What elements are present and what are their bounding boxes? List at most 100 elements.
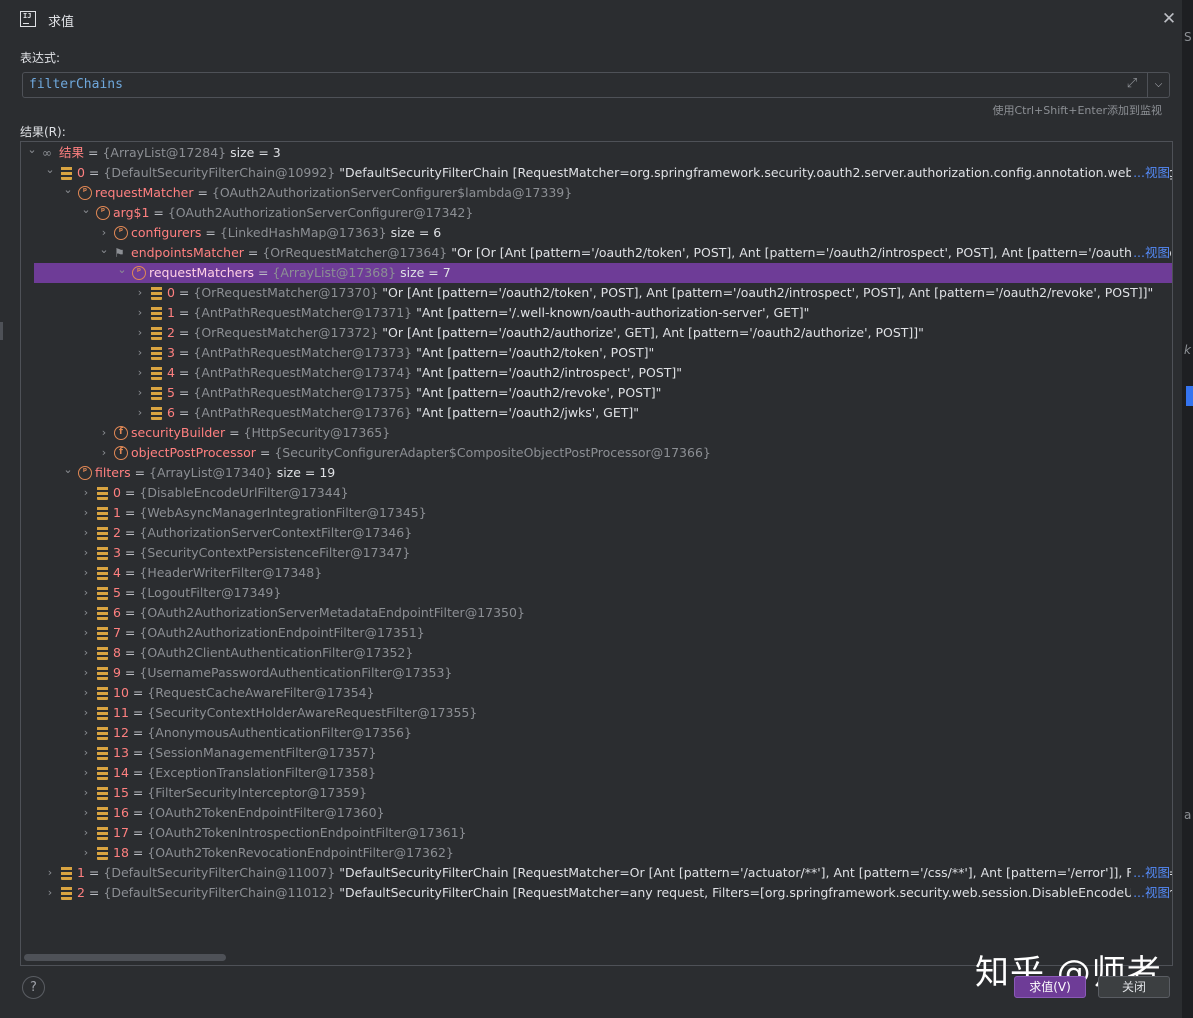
tree-node[interactable]: › 12 = {AnonymousAuthenticationFilter@173…	[21, 723, 1172, 743]
chevron-right-icon[interactable]: ›	[134, 403, 146, 423]
tree-node[interactable]: › 4 = {HeaderWriterFilter@17348}	[21, 563, 1172, 583]
tree-node[interactable]: ⌄ ᵖ requestMatcher = {OAuth2AuthorizationS…	[21, 183, 1172, 203]
chevron-right-icon[interactable]: ›	[80, 763, 92, 783]
equals-sign: =	[128, 685, 148, 700]
tree-node[interactable]: ⌄ 0 = {DefaultSecurityFilterChain@10992} …	[21, 163, 1172, 183]
tree-node-text: 结果 = {ArrayList@17284} size = 3	[59, 143, 281, 163]
close-icon[interactable]: ✕	[1160, 10, 1178, 28]
edge-accent	[1186, 386, 1193, 406]
tree-node[interactable]: › 5 = {AntPathRequestMatcher@17375} "Ant …	[21, 383, 1172, 403]
help-button[interactable]: ?	[22, 976, 45, 999]
view-link[interactable]: ...视图	[1131, 863, 1170, 883]
chevron-right-icon[interactable]: ›	[80, 603, 92, 623]
expand-icon[interactable]: ⤢	[1124, 76, 1140, 92]
chevron-right-icon[interactable]: ›	[80, 803, 92, 823]
tree-node[interactable]: › 5 = {LogoutFilter@17349}	[21, 583, 1172, 603]
tree-node[interactable]: › 6 = {AntPathRequestMatcher@17376} "Ant …	[21, 403, 1172, 423]
field-icon	[97, 486, 108, 500]
tree-node-text: 3 = {SecurityContextPersistenceFilter@17…	[113, 543, 410, 563]
tree-node[interactable]: ⌄ ∞ 结果 = {ArrayList@17284} size = 3	[21, 143, 1172, 163]
tree-node[interactable]: › 15 = {FilterSecurityInterceptor@17359}	[21, 783, 1172, 803]
chevron-right-icon[interactable]: ›	[80, 523, 92, 543]
chevron-right-icon[interactable]: ›	[134, 383, 146, 403]
chevron-right-icon[interactable]: ›	[80, 843, 92, 863]
tree-node[interactable]: › 3 = {SecurityContextPersistenceFilter@1…	[21, 543, 1172, 563]
tree-node[interactable]: › 2 = {OrRequestMatcher@17372} "Or [Ant […	[21, 323, 1172, 343]
tree-node[interactable]: › 3 = {AntPathRequestMatcher@17373} "Ant …	[21, 343, 1172, 363]
evaluate-button[interactable]: 求值(V)	[1014, 976, 1086, 998]
expression-input[interactable]: filterChains	[29, 77, 123, 92]
tree-node[interactable]: › ᵖ configurers = {LinkedHashMap@17363} si…	[21, 223, 1172, 243]
tree-node[interactable]: › 4 = {AntPathRequestMatcher@17374} "Ant …	[21, 363, 1172, 383]
chevron-right-icon[interactable]: ›	[80, 663, 92, 683]
chevron-right-icon[interactable]: ›	[80, 483, 92, 503]
chevron-right-icon[interactable]: ›	[80, 823, 92, 843]
chevron-right-icon[interactable]: ›	[44, 883, 56, 903]
tree-node[interactable]: ⌄ ⚑ endpointsMatcher = {OrRequestMatcher@1…	[21, 243, 1172, 263]
tree-node[interactable]: › 0 = {DisableEncodeUrlFilter@17344}	[21, 483, 1172, 503]
tree-node[interactable]: › 2 = {AuthorizationServerContextFilter@1…	[21, 523, 1172, 543]
chevron-down-icon[interactable]: ⌄	[62, 183, 74, 203]
result-tree[interactable]: ⌄ ∞ 结果 = {ArrayList@17284} size = 3 ⌄ 0 = {D…	[20, 141, 1173, 966]
chevron-down-icon[interactable]: ⌄	[26, 143, 38, 163]
tree-node[interactable]: › 7 = {OAuth2AuthorizationEndpointFilter@…	[21, 623, 1172, 643]
tree-node[interactable]: › 17 = {OAuth2TokenIntrospectionEndpointF…	[21, 823, 1172, 843]
chevron-right-icon[interactable]: ›	[44, 863, 56, 883]
view-link[interactable]: ...视图	[1131, 163, 1170, 183]
tree-node[interactable]: › 6 = {OAuth2AuthorizationServerMetadataE…	[21, 603, 1172, 623]
tree-node[interactable]: › 14 = {ExceptionTranslationFilter@17358}	[21, 763, 1172, 783]
chevron-right-icon[interactable]: ›	[80, 703, 92, 723]
tree-node[interactable]: › 1 = {DefaultSecurityFilterChain@11007} …	[21, 863, 1172, 883]
view-link[interactable]: ...视图	[1131, 883, 1170, 903]
tree-node[interactable]: › 0 = {OrRequestMatcher@17370} "Or [Ant […	[21, 283, 1172, 303]
chevron-right-icon[interactable]: ›	[80, 783, 92, 803]
chevron-right-icon[interactable]: ›	[98, 443, 110, 463]
tree-node-text: 0 = {OrRequestMatcher@17370} "Or [Ant [p…	[167, 283, 1153, 303]
chevron-right-icon[interactable]: ›	[80, 503, 92, 523]
chevron-right-icon[interactable]: ›	[98, 423, 110, 443]
tree-node[interactable]: › 10 = {RequestCacheAwareFilter@17354}	[21, 683, 1172, 703]
tree-node-text: 10 = {RequestCacheAwareFilter@17354}	[113, 683, 375, 703]
tree-node[interactable]: ⌄ ᵖ requestMatchers = {ArrayList@17368} si…	[34, 263, 1172, 283]
tree-node[interactable]: › 1 = {AntPathRequestMatcher@17371} "Ant …	[21, 303, 1172, 323]
node-type: {HeaderWriterFilter@17348}	[139, 565, 323, 580]
chevron-down-icon[interactable]: ⌄	[116, 263, 128, 283]
tree-node[interactable]: › 18 = {OAuth2TokenRevocationEndpointFilt…	[21, 843, 1172, 863]
chevron-right-icon[interactable]: ›	[80, 743, 92, 763]
chevron-right-icon[interactable]: ›	[80, 543, 92, 563]
chevron-right-icon[interactable]: ›	[134, 283, 146, 303]
node-name: securityBuilder	[131, 425, 226, 440]
tree-node[interactable]: › f securityBuilder = {HttpSecurity@17365}	[21, 423, 1172, 443]
tree-node[interactable]: › 2 = {DefaultSecurityFilterChain@11012} …	[21, 883, 1172, 903]
chevron-right-icon[interactable]: ›	[134, 363, 146, 383]
chevron-right-icon[interactable]: ›	[134, 303, 146, 323]
tree-node[interactable]: › 13 = {SessionManagementFilter@17357}	[21, 743, 1172, 763]
scrollbar-thumb[interactable]	[24, 954, 226, 961]
tree-node[interactable]: › 9 = {UsernamePasswordAuthenticationFilt…	[21, 663, 1172, 683]
chevron-right-icon[interactable]: ›	[80, 623, 92, 643]
chevron-right-icon[interactable]: ›	[80, 563, 92, 583]
chevron-right-icon[interactable]: ›	[80, 723, 92, 743]
close-button[interactable]: 关闭	[1098, 976, 1170, 998]
chevron-down-icon[interactable]: ⌄	[44, 163, 56, 183]
chevron-right-icon[interactable]: ›	[98, 223, 110, 243]
chevron-right-icon[interactable]: ›	[134, 323, 146, 343]
chevron-right-icon[interactable]: ›	[80, 583, 92, 603]
history-dropdown[interactable]: ⌵	[1147, 73, 1169, 97]
tree-node[interactable]: › 1 = {WebAsyncManagerIntegrationFilter@1…	[21, 503, 1172, 523]
tree-node[interactable]: › 8 = {OAuth2ClientAuthenticationFilter@1…	[21, 643, 1172, 663]
chevron-right-icon[interactable]: ›	[134, 343, 146, 363]
chevron-right-icon[interactable]: ›	[80, 683, 92, 703]
chevron-down-icon[interactable]: ⌄	[80, 203, 92, 223]
chevron-down-icon[interactable]: ⌄	[98, 243, 110, 263]
tree-node[interactable]: ⌄ ᵖ filters = {ArrayList@17340} size = 19	[21, 463, 1172, 483]
chevron-right-icon[interactable]: ›	[80, 643, 92, 663]
tree-node[interactable]: › f objectPostProcessor = {SecurityConfigu…	[21, 443, 1172, 463]
expression-field[interactable]: filterChains ⤢ ⌵	[22, 72, 1170, 98]
tree-node[interactable]: ⌄ ᵖ arg$1 = {OAuth2AuthorizationServerConf…	[21, 203, 1172, 223]
tree-node[interactable]: › 16 = {OAuth2TokenEndpointFilter@17360}	[21, 803, 1172, 823]
chevron-down-icon[interactable]: ⌄	[62, 463, 74, 483]
view-link[interactable]: ...视图	[1131, 243, 1170, 263]
tree-node-text: 14 = {ExceptionTranslationFilter@17358}	[113, 763, 376, 783]
tree-node[interactable]: › 11 = {SecurityContextHolderAwareRequest…	[21, 703, 1172, 723]
